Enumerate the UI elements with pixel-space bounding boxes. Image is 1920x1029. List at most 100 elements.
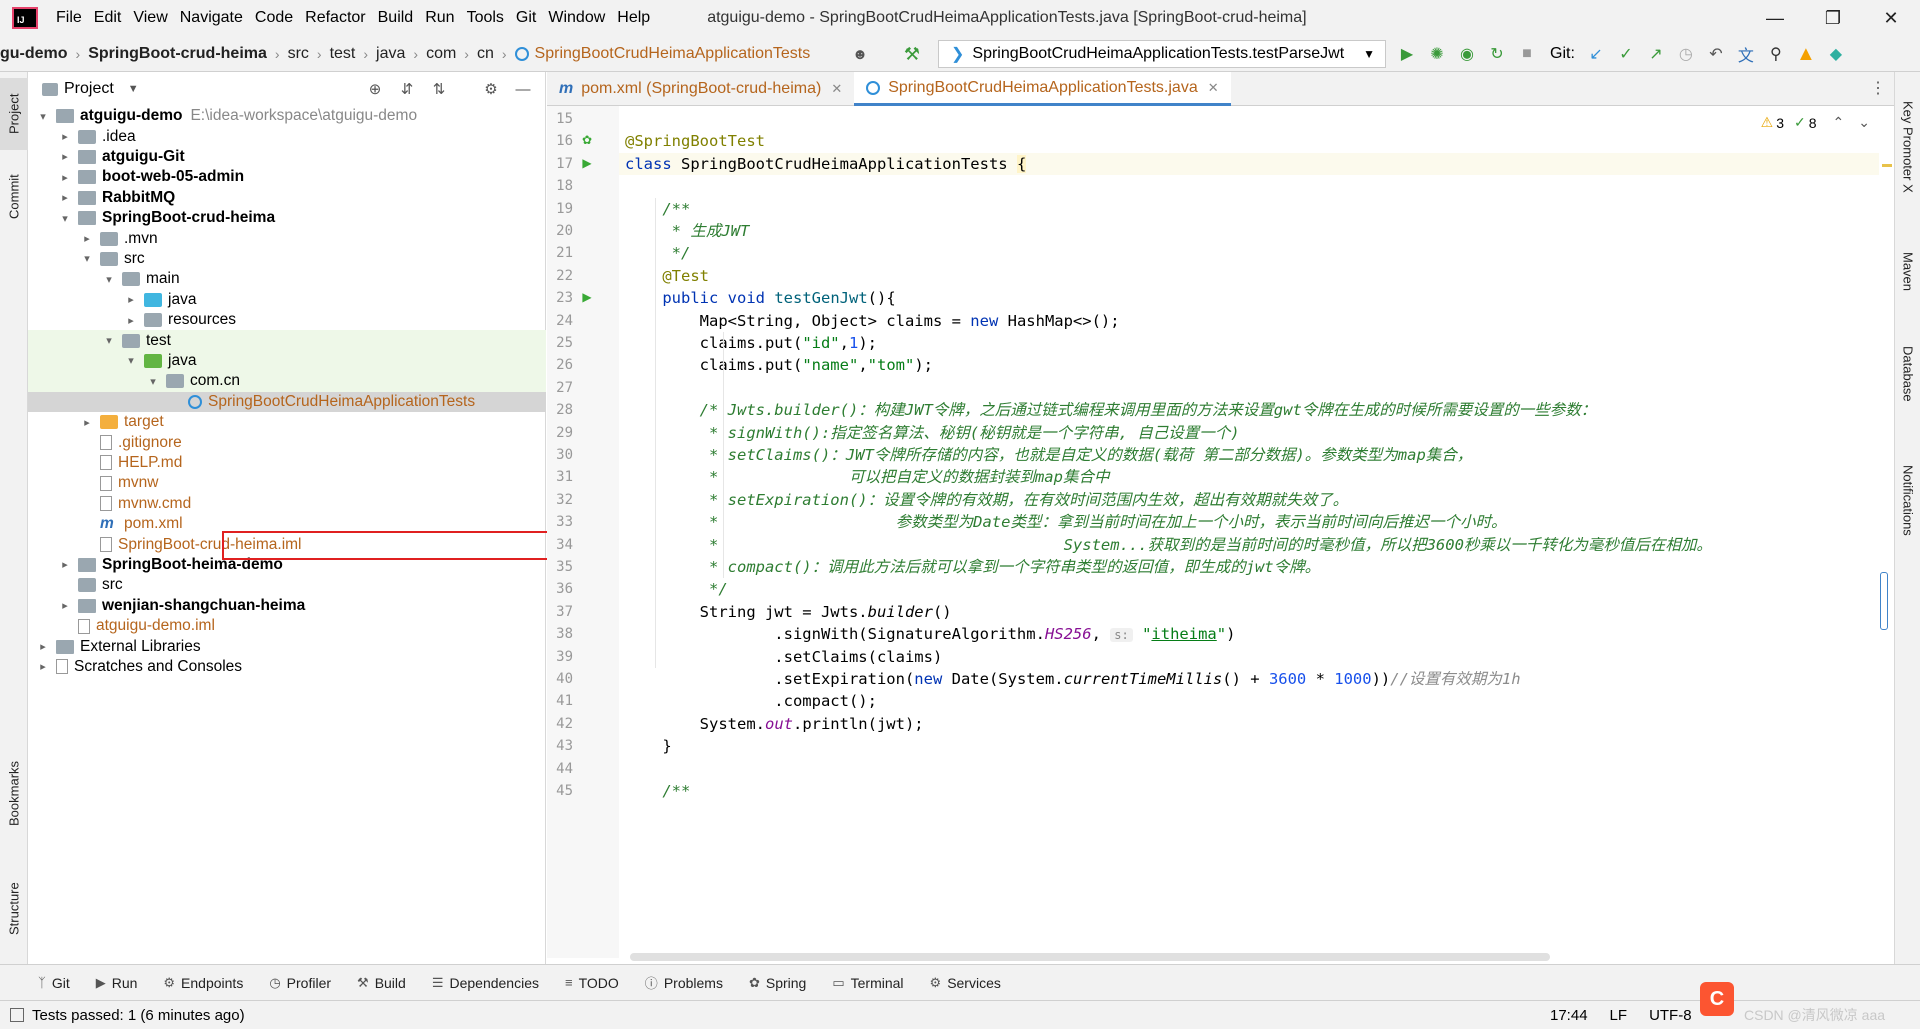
menu-navigate[interactable]: Navigate: [180, 9, 243, 27]
debug-icon[interactable]: ✺: [1422, 39, 1452, 69]
menu-build[interactable]: Build: [378, 9, 414, 27]
chevron-right-icon[interactable]: ▸: [124, 314, 138, 327]
code-line[interactable]: class SpringBootCrudHeimaApplicationTest…: [625, 153, 1027, 175]
code-line[interactable]: .compact();: [625, 690, 877, 712]
locate-icon[interactable]: ⊕: [359, 80, 391, 98]
minimize-icon[interactable]: —: [1746, 0, 1804, 36]
code-line[interactable]: * signWith():指定签名算法、秘钥(秘钥就是一个字符串, 自己设置一个…: [625, 422, 1240, 444]
breadcrumb-item[interactable]: SpringBootCrudHeimaApplicationTests: [535, 45, 811, 63]
code-line[interactable]: /* Jwts.builder()：构建JWT令牌，之后通过链式编程来调用里面的…: [625, 399, 1597, 421]
horizontal-scrollbar[interactable]: [630, 953, 1550, 961]
update-icon[interactable]: ▲: [1791, 39, 1821, 69]
spring-bean-icon[interactable]: ✿: [579, 132, 595, 148]
breadcrumb-item[interactable]: test: [330, 45, 356, 63]
menu-git[interactable]: Git: [516, 9, 536, 27]
more-vertical-icon[interactable]: ⋮: [1868, 78, 1888, 98]
chevron-down-icon[interactable]: ▼: [128, 83, 139, 95]
code-line[interactable]: claims.put("name","tom");: [625, 354, 933, 376]
tool-window-key-promoter[interactable]: Key Promoter X: [1895, 82, 1920, 212]
plugin-icon[interactable]: ◆: [1821, 39, 1851, 69]
tree-item[interactable]: ▸ RabbitMQ: [28, 188, 546, 208]
tree-item[interactable]: ▾ java: [28, 350, 546, 372]
menu-run[interactable]: Run: [425, 9, 454, 27]
chevron-right-icon[interactable]: ▸: [36, 640, 50, 653]
tool-window-project[interactable]: Project: [0, 78, 28, 150]
profile-icon[interactable]: ↻: [1482, 39, 1512, 69]
code-line[interactable]: System.out.println(jwt);: [625, 713, 924, 735]
tree-item[interactable]: mvnw.cmd: [28, 494, 546, 514]
tab-test-class[interactable]: SpringBootCrudHeimaApplicationTests.java…: [854, 72, 1231, 106]
code-line[interactable]: * setExpiration()：设置令牌的有效期，在有效时间范围内生效，超出…: [625, 489, 1348, 511]
chevron-up-icon[interactable]: ⌃: [1833, 114, 1845, 131]
tool-window-dependencies[interactable]: ☰ Dependencies: [432, 975, 539, 991]
coverage-icon[interactable]: ◉: [1452, 39, 1482, 69]
code-line[interactable]: Map<String, Object> claims = new HashMap…: [625, 310, 1120, 332]
file-encoding[interactable]: UTF-8: [1649, 1007, 1692, 1024]
gear-icon[interactable]: ⚙: [475, 80, 507, 98]
hammer-icon[interactable]: ⚒: [900, 42, 924, 66]
stop-icon[interactable]: ■: [1512, 39, 1542, 69]
tree-item[interactable]: ▾ SpringBoot-crud-heima: [28, 208, 546, 228]
code-line[interactable]: @SpringBootTest: [625, 130, 765, 152]
code-line[interactable]: .setExpiration(new Date(System.currentTi…: [625, 668, 1520, 690]
git-commit-icon[interactable]: ✓: [1611, 39, 1641, 69]
tree-item[interactable]: ▾ com.cn: [28, 371, 546, 392]
tool-window-spring[interactable]: ✿ Spring: [749, 975, 806, 991]
tree-item[interactable]: ▸ .idea: [28, 126, 546, 146]
tree-item[interactable]: SpringBootCrudHeimaApplicationTests: [28, 391, 546, 412]
status-message[interactable]: Tests passed: 1 (6 minutes ago): [32, 1007, 245, 1024]
inspection-widget[interactable]: ⚠ 3 ✓ 8 ⌃ ⌄: [1753, 114, 1870, 131]
chevron-right-icon[interactable]: ▸: [58, 191, 72, 204]
chevron-right-icon[interactable]: ▸: [58, 150, 72, 163]
chevron-down-icon[interactable]: ▾: [102, 334, 116, 347]
tool-window-todo[interactable]: ≡ TODO: [565, 975, 619, 991]
tool-window-git[interactable]: ᛉ Git: [38, 975, 70, 991]
chevron-down-icon[interactable]: ▾: [58, 212, 72, 225]
chevron-right-icon[interactable]: ▸: [58, 558, 72, 571]
restore-icon[interactable]: ❐: [1804, 0, 1862, 36]
tool-windows-toggle-icon[interactable]: [10, 1008, 24, 1022]
code-line[interactable]: * setClaims()：JWT令牌所存储的内容，也就是自定义的数据(载荷 第…: [625, 444, 1472, 466]
run-test-icon[interactable]: ▶: [579, 155, 595, 171]
tool-window-maven[interactable]: Maven: [1895, 232, 1920, 312]
caret-position[interactable]: 17:44: [1550, 1007, 1588, 1024]
expand-all-icon[interactable]: ⇵: [391, 80, 423, 98]
tree-item[interactable]: ▸ Scratches and Consoles: [28, 657, 546, 677]
history-icon[interactable]: ◷: [1671, 39, 1701, 69]
translate-icon[interactable]: 文: [1731, 39, 1761, 69]
tool-window-services[interactable]: ⚙ Services: [930, 975, 1001, 991]
tool-window-bookmarks[interactable]: Bookmarks: [0, 748, 28, 838]
line-separator[interactable]: LF: [1610, 1007, 1628, 1024]
tree-item[interactable]: ▸ java: [28, 290, 546, 310]
tool-window-database[interactable]: Database: [1895, 324, 1920, 424]
search-icon[interactable]: ⚲: [1761, 39, 1791, 69]
tree-item[interactable]: .gitignore: [28, 432, 546, 452]
chevron-down-icon[interactable]: ⌄: [1858, 114, 1870, 131]
chevron-down-icon[interactable]: ▾: [80, 252, 94, 265]
breadcrumb-item[interactable]: cn: [477, 45, 494, 63]
code-line[interactable]: .signWith(SignatureAlgorithm.HS256, s: "…: [625, 623, 1235, 645]
code-line[interactable]: /**: [625, 198, 690, 220]
code-line[interactable]: * 生成JWT: [625, 220, 750, 242]
tool-window-endpoints[interactable]: ⚙ Endpoints: [163, 975, 243, 991]
breadcrumb-item[interactable]: java: [376, 45, 405, 63]
tool-window-profiler[interactable]: ◷ Profiler: [269, 975, 331, 991]
tool-window-terminal[interactable]: ▭ Terminal: [832, 975, 903, 991]
chevron-right-icon[interactable]: ▸: [58, 130, 72, 143]
code-editor[interactable]: @SpringBootTest class SpringBootCrudHeima…: [619, 106, 1879, 958]
tree-item[interactable]: ▸ .mvn: [28, 228, 546, 248]
chevron-down-icon[interactable]: ▾: [102, 273, 116, 286]
chevron-right-icon[interactable]: ▸: [58, 599, 72, 612]
chevron-right-icon[interactable]: ▸: [80, 416, 94, 429]
code-line[interactable]: * 可以把自定义的数据封装到map集合中: [625, 466, 1109, 488]
tab-pom-xml[interactable]: m pom.xml (SpringBoot-crud-heima) ✕: [547, 72, 854, 106]
close-tab-icon[interactable]: ✕: [1208, 80, 1219, 96]
breadcrumb-item[interactable]: com: [426, 45, 456, 63]
project-view-select[interactable]: Project: [64, 80, 114, 98]
code-line[interactable]: }: [625, 735, 671, 757]
tool-window-commit[interactable]: Commit: [0, 162, 28, 232]
chevron-down-icon[interactable]: ▾: [36, 110, 50, 123]
close-tab-icon[interactable]: ✕: [831, 81, 842, 97]
tree-item[interactable]: ▸ target: [28, 412, 546, 432]
menu-refactor[interactable]: Refactor: [305, 9, 365, 27]
